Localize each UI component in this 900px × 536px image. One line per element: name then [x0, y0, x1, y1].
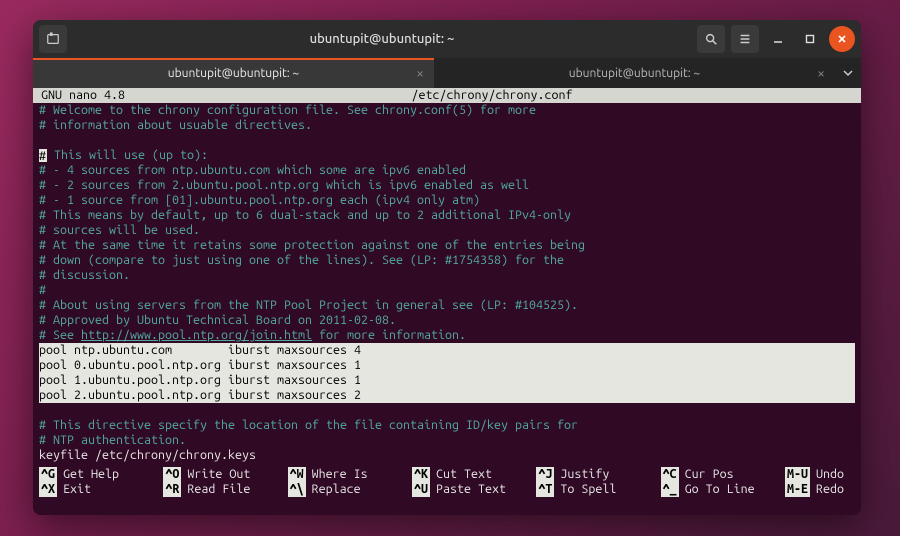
tab-2[interactable]: ubuntupit@ubuntupit: ~ ×	[434, 58, 835, 88]
tab-dropdown-button[interactable]	[835, 68, 861, 78]
shortcut-cur-pos: ^CCur Pos	[661, 467, 785, 482]
nano-modified	[743, 88, 853, 103]
titlebar: ubuntupit@ubuntupit: ~	[33, 20, 861, 58]
tab-1[interactable]: ubuntupit@ubuntupit: ~ ×	[33, 58, 434, 88]
search-button[interactable]	[697, 25, 725, 53]
shortcut-cut-text: ^KCut Text	[412, 467, 536, 482]
terminal-window: ubuntupit@ubuntupit: ~ ubuntupit@ubuntup…	[33, 20, 861, 515]
tab-label: ubuntupit@ubuntupit: ~	[569, 67, 700, 80]
nano-app-name: GNU nano 4.8	[41, 88, 241, 103]
shortcut-where-is: ^WWhere Is	[288, 467, 412, 482]
maximize-button[interactable]	[797, 26, 823, 52]
nano-shortcut-bar: ^GGet Help ^OWrite Out ^WWhere Is ^KCut …	[33, 467, 861, 501]
terminal-area[interactable]: GNU nano 4.8 /etc/chrony/chrony.conf # W…	[33, 88, 861, 515]
shortcut-justify: ^JJustify	[536, 467, 660, 482]
shortcut-redo: M-ERedo	[785, 482, 855, 497]
shortcut-read-file: ^RRead File	[163, 482, 287, 497]
window-title: ubuntupit@ubuntupit: ~	[67, 32, 697, 46]
menu-button[interactable]	[731, 25, 759, 53]
tab-bar: ubuntupit@ubuntupit: ~ × ubuntupit@ubunt…	[33, 58, 861, 88]
shortcut-replace: ^\Replace	[288, 482, 412, 497]
close-icon[interactable]: ×	[416, 65, 424, 81]
tab-label: ubuntupit@ubuntupit: ~	[168, 67, 299, 80]
shortcut-undo: M-UUndo	[785, 467, 855, 482]
nano-editor-body[interactable]: # Welcome to the chrony configuration fi…	[33, 103, 861, 463]
shortcut-to-spell: ^TTo Spell	[536, 482, 660, 497]
new-tab-button[interactable]	[39, 25, 67, 53]
shortcut-exit: ^XExit	[39, 482, 163, 497]
cursor: #	[39, 149, 47, 162]
shortcut-go-to-line: ^_Go To Line	[661, 482, 785, 497]
close-button[interactable]	[829, 26, 855, 52]
shortcut-get-help: ^GGet Help	[39, 467, 163, 482]
minimize-button[interactable]	[765, 26, 791, 52]
close-icon[interactable]: ×	[817, 65, 825, 81]
shortcut-write-out: ^OWrite Out	[163, 467, 287, 482]
nano-filepath: /etc/chrony/chrony.conf	[241, 88, 743, 103]
shortcut-paste-text: ^UPaste Text	[412, 482, 536, 497]
nano-titlebar: GNU nano 4.8 /etc/chrony/chrony.conf	[33, 88, 861, 103]
